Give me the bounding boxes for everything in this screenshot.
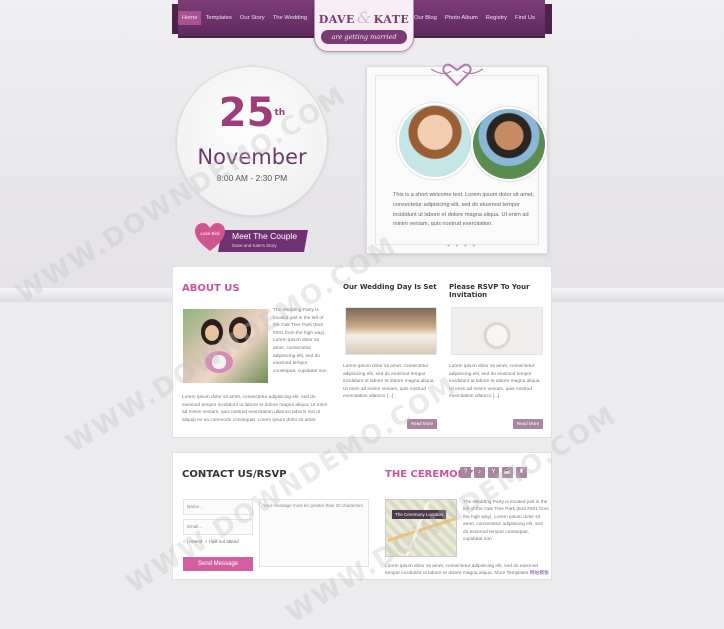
attend-label: I Attend bbox=[186, 539, 203, 544]
rsvp-heading: Please RSVP To Your Invitation bbox=[449, 283, 530, 299]
day-number: 25 bbox=[218, 90, 275, 136]
music-icon[interactable]: ♪ bbox=[474, 467, 485, 478]
nav-registry[interactable]: Registry bbox=[482, 15, 511, 21]
logo-tagline: are getting married bbox=[321, 30, 407, 44]
logo-ampersand: & bbox=[356, 8, 372, 27]
nav-our-story[interactable]: Our Story bbox=[236, 15, 269, 21]
heart-label: Love Bird bbox=[200, 231, 220, 236]
wedding-day: 25th bbox=[177, 91, 327, 135]
read-more-button[interactable]: Read More bbox=[513, 419, 543, 429]
attendance-radios: ○ I Attend ○ I will not attend bbox=[183, 539, 239, 544]
ceremony-side-text: The Wedding Party is located just in the… bbox=[463, 500, 549, 543]
welcome-card: This is a short welcome text. Lorem ipsu… bbox=[366, 63, 548, 254]
contact-panel: CONTACT US/RSVP Name... Email... Your me… bbox=[172, 452, 552, 580]
wedding-day-heading: Our Wedding Day Is Set bbox=[343, 283, 437, 291]
castle-icon[interactable]: ♜ bbox=[516, 467, 527, 478]
content-panel: ABOUT US The Wedding Party is located ju… bbox=[172, 266, 552, 438]
about-photo bbox=[183, 309, 268, 383]
rsvp-column: Please RSVP To Your Invitation bbox=[449, 283, 545, 299]
rings-photo bbox=[451, 307, 543, 355]
nav-home[interactable]: Home bbox=[178, 11, 202, 25]
main-nav-right: Our Blog Photo Album Registry Find Us bbox=[410, 0, 545, 38]
read-more-button[interactable]: Read More bbox=[407, 419, 437, 429]
wedding-month: November bbox=[197, 145, 307, 169]
email-field[interactable]: Email... bbox=[183, 519, 253, 535]
wedding-day-text: Lorem ipsum dolor sit amet, consectetur … bbox=[343, 364, 435, 400]
about-heading: ABOUT US bbox=[182, 283, 240, 294]
ceremony-map[interactable]: The Ceremony Location bbox=[385, 499, 457, 557]
name-field[interactable]: Name... bbox=[183, 499, 253, 515]
groom-photo bbox=[471, 107, 547, 181]
day-suffix: th bbox=[274, 108, 286, 118]
nav-find-us[interactable]: Find Us bbox=[511, 15, 539, 21]
logo-names: DAVE & KATE bbox=[315, 8, 413, 27]
site-logo[interactable]: DAVE & KATE are getting married bbox=[314, 0, 414, 52]
nav-templates[interactable]: Templates bbox=[201, 15, 235, 21]
coffee-icon[interactable]: ☕ bbox=[502, 467, 513, 478]
wedding-day-column: Our Wedding Day Is Set bbox=[343, 283, 439, 291]
ceremony-text: Lorem ipsum dolor sit amet, consectetur … bbox=[385, 563, 549, 578]
map-label: The Ceremony Location bbox=[392, 510, 447, 519]
ceremony-icons: ? ♪ Y ☕ ♜ bbox=[460, 467, 527, 478]
meet-the-couple-button[interactable]: Love Bird Meet The Couple Dave and Kate'… bbox=[194, 222, 308, 256]
nav-photo-album[interactable]: Photo Album bbox=[441, 15, 482, 21]
more-templates-link[interactable]: 网站模板 bbox=[530, 571, 549, 576]
nav-our-blog[interactable]: Our Blog bbox=[410, 15, 441, 21]
about-text: Lorem ipsum dolor sit amet, consectetur … bbox=[182, 395, 328, 423]
wedding-time: 8:00 AM - 2:30 PM bbox=[216, 173, 288, 183]
main-nav-left: Home Templates Our Story The Wedding bbox=[178, 0, 322, 38]
face-shape bbox=[233, 323, 247, 339]
question-icon[interactable]: ? bbox=[460, 467, 471, 478]
logo-name-1: DAVE bbox=[318, 13, 355, 26]
about-side-text: The Wedding Party is located just in the… bbox=[273, 308, 327, 374]
meet-subtitle: Dave and Kate's Story bbox=[232, 243, 277, 248]
welcome-text: This is a short welcome text. Lorem ipsu… bbox=[393, 192, 535, 228]
contact-heading: CONTACT US/RSVP bbox=[182, 469, 287, 480]
slider-dots[interactable]: ● ● ● ● bbox=[447, 243, 477, 249]
not-attend-label: I will not attend bbox=[208, 539, 239, 544]
nav-the-wedding[interactable]: The Wedding bbox=[269, 15, 311, 21]
ceremony-text-body: Lorem ipsum dolor sit amet, consectetur … bbox=[385, 564, 539, 577]
meet-title: Meet The Couple bbox=[232, 231, 298, 241]
heart-ribbon-icon bbox=[431, 63, 483, 87]
send-message-button[interactable]: Send Message bbox=[183, 557, 253, 571]
heart-icon bbox=[195, 223, 225, 251]
message-field[interactable]: Your message must be greater than 20 cha… bbox=[259, 499, 369, 567]
bouquet-shape bbox=[205, 351, 233, 373]
wedding-party-photo bbox=[345, 307, 437, 355]
bride-photo bbox=[397, 103, 473, 179]
cocktail-icon[interactable]: Y bbox=[488, 467, 499, 478]
logo-name-2: KATE bbox=[373, 13, 410, 26]
date-circle: 25th November 8:00 AM - 2:30 PM bbox=[176, 66, 328, 216]
face-shape bbox=[205, 325, 219, 341]
rsvp-text: Lorem ipsum dolor sit amet, consectetur … bbox=[449, 364, 541, 400]
